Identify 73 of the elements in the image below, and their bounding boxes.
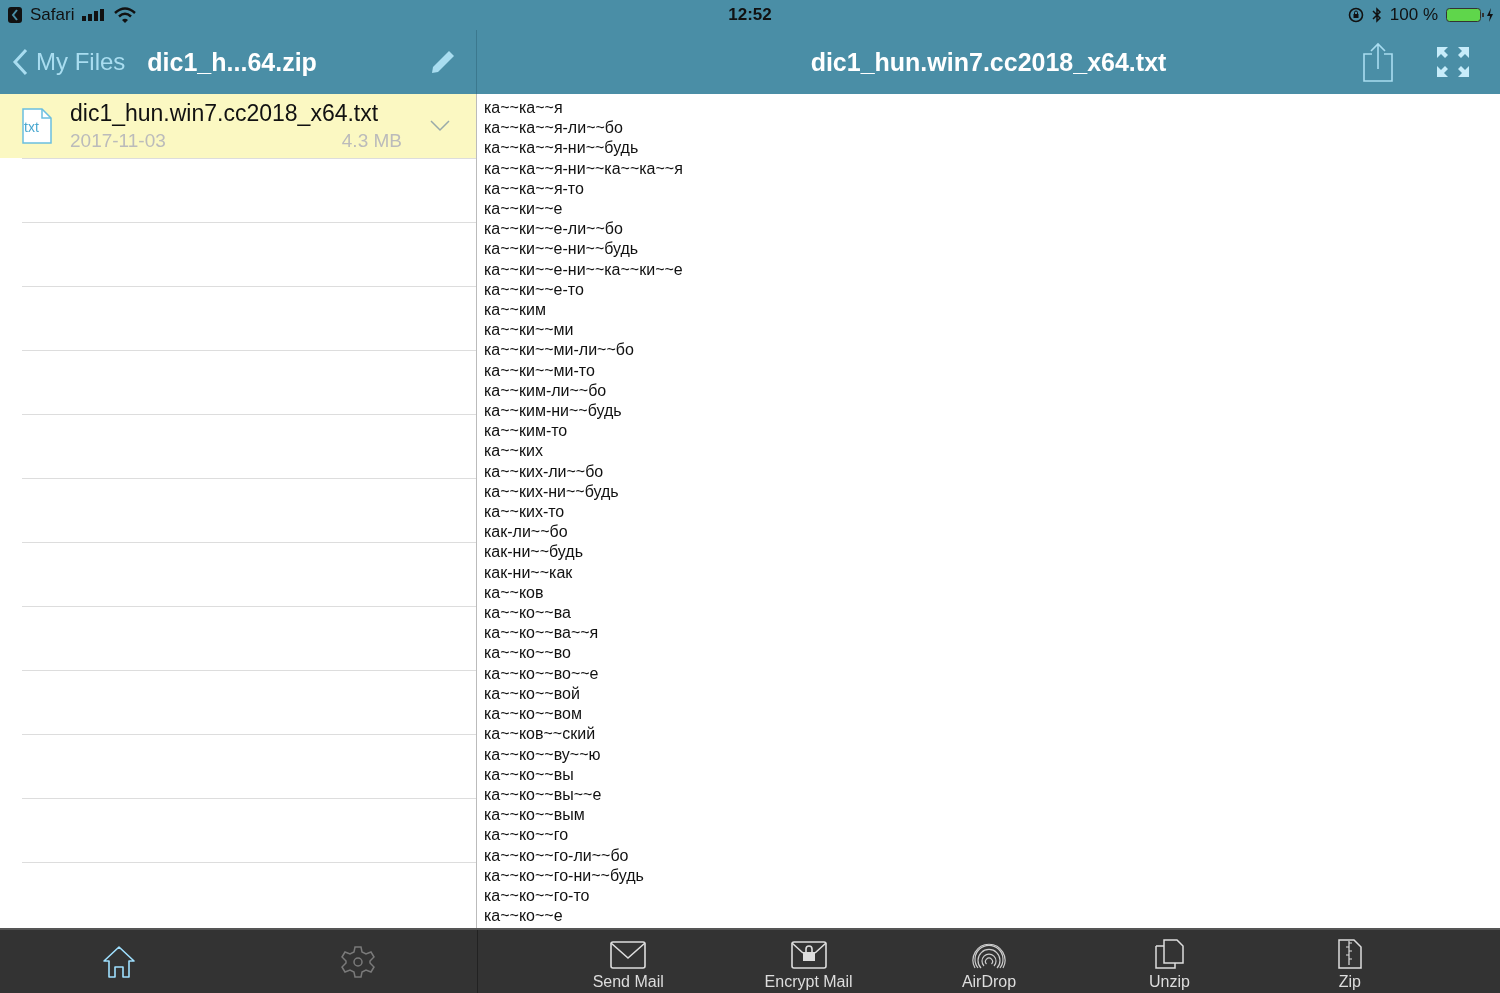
text-line: ка~~ков [484, 582, 545, 603]
documents-icon [1154, 939, 1185, 969]
text-line: ка~~ко~~ва [484, 603, 572, 624]
share-icon[interactable] [1362, 42, 1394, 82]
battery-charging-icon [1446, 7, 1494, 23]
battery-percent: 100 % [1389, 5, 1438, 25]
file-name: dic1_hun.win7.cc2018_x64.txt [70, 100, 380, 127]
text-line: ка~~ки~~е [484, 199, 564, 219]
text-line: ка~~ко~~го-ли~~бо [484, 845, 630, 866]
text-line: ка~~ков~~ский [484, 724, 597, 745]
text-line: ка~~ко~~ва~~я [484, 623, 600, 644]
bluetooth-icon [1371, 7, 1382, 23]
text-line: ка~~ко~~вы~~е [484, 784, 603, 805]
zip-button[interactable]: Zip [1259, 930, 1441, 993]
document-title: dic1_hun.win7.cc2018_x64.txt [810, 47, 1167, 77]
text-line: ка~~ки~~е-ни~~ка~~ки~~е [484, 259, 684, 280]
text-line: ка~~ко~~го-ни~~будь [484, 865, 645, 886]
text-line: ка~~ки~~е-ли~~бо [484, 219, 624, 240]
text-line: ка~~ки~~е-то [484, 279, 585, 300]
text-line: ка~~ких-ни~~будь [484, 481, 620, 502]
text-line: ка~~ким [484, 300, 547, 321]
airdrop-button[interactable]: AirDrop [898, 930, 1080, 993]
text-line: ка~~ки~~е-ни~~будь [484, 239, 640, 260]
text-line: ка~~ка~~я [484, 98, 564, 118]
text-line: ка~~ких [484, 441, 544, 462]
text-line: ка~~ка~~я-ли~~бо [484, 118, 624, 139]
text-line: как-ли~~бо [484, 522, 569, 543]
text-line: ка~~ким-ли~~бо [484, 380, 608, 401]
wifi-icon [114, 7, 137, 23]
pencil-icon[interactable] [430, 49, 456, 75]
text-line: ка~~ко~~во~~е [484, 663, 600, 684]
text-line: как-ни~~как [484, 562, 574, 583]
envelope-lock-icon [790, 941, 827, 969]
file-list-item[interactable]: txt dic1_hun.win7.cc2018_x64.txt 2017-11-03 4.3 MB [0, 94, 476, 158]
unzip-button[interactable]: Unzip [1079, 930, 1260, 993]
folder-title: dic1_h...64.zip [147, 47, 318, 77]
text-line: ка~~ко~~ву~~ю [484, 744, 602, 765]
rotation-lock-icon [1347, 7, 1364, 23]
text-line: ка~~ко~~вым [484, 805, 586, 826]
mail-button[interactable]: Send Mail [538, 930, 719, 993]
text-line: ка~~ко~~вом [484, 704, 583, 725]
text-line: ка~~ко~~е [484, 906, 564, 927]
envelope-icon [610, 941, 647, 969]
file-date: 2017-11-03 [70, 130, 166, 152]
chevron-down-icon[interactable] [430, 120, 450, 132]
text-line: ка~~ко~~вы [484, 764, 575, 785]
text-line: ка~~ким-то [484, 421, 569, 442]
signal-icon [82, 9, 107, 21]
text-line: ка~~ки~~ми-то [484, 360, 596, 381]
text-line: ка~~ко~~во [484, 643, 572, 664]
text-line: ка~~ко~~го [484, 825, 570, 846]
text-line: ка~~ких-то [484, 502, 566, 523]
document-icon: txt [22, 108, 52, 144]
text-line: ка~~ких-ли~~бо [484, 461, 605, 482]
home-icon[interactable] [101, 944, 138, 979]
text-line: ка~~ко~~вой [484, 683, 581, 704]
text-line: ка~~ки~~ми-ли~~бо [484, 340, 635, 361]
text-line: ка~~ка~~я-то [484, 178, 585, 199]
text-line: ка~~ка~~я-ни~~будь [484, 138, 640, 159]
text-line: ка~~ко~~го-то [484, 885, 591, 906]
encrypt-button[interactable]: Encrypt Mail [718, 930, 899, 993]
chevron-left-icon [12, 48, 28, 76]
settings-icon[interactable] [339, 943, 376, 980]
zip-file-icon [1337, 939, 1362, 969]
text-line: ка~~ки~~ми [484, 320, 575, 341]
back-app-label[interactable]: Safari [30, 5, 75, 25]
expand-icon[interactable] [1437, 47, 1469, 77]
back-app-icon[interactable] [8, 7, 22, 23]
status-time: 12:52 [727, 5, 773, 25]
file-size: 4.3 MB [341, 130, 402, 152]
text-line: как-ни~~будь [484, 542, 584, 563]
text-line: ка~~ким-ни~~будь [484, 401, 623, 422]
text-line: ка~~ка~~я-ни~~ка~~ка~~я [484, 158, 684, 179]
